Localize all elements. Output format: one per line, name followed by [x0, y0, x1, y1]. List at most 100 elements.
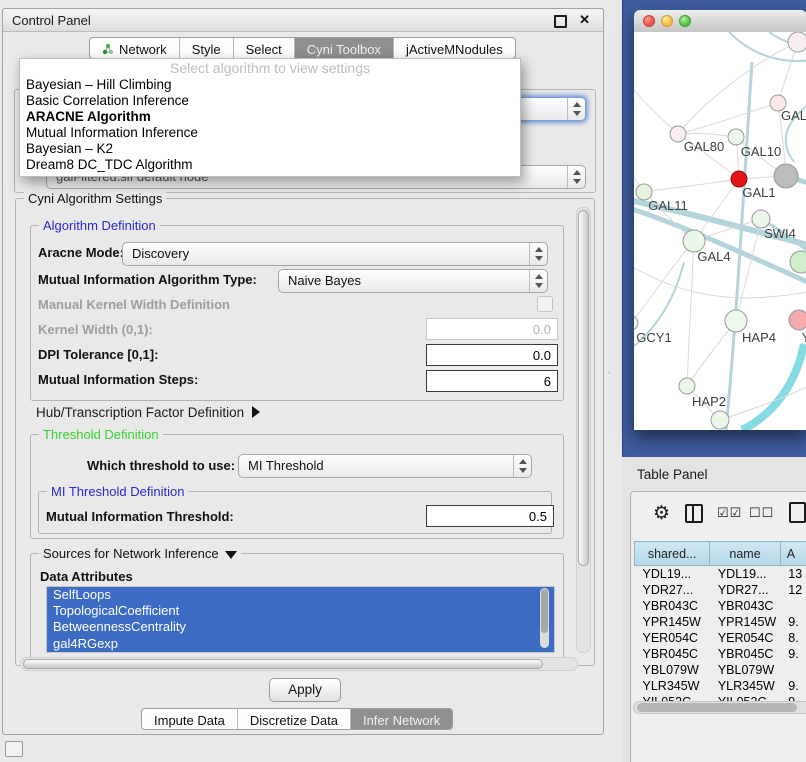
table-cell: YLR345W — [635, 678, 710, 694]
network-nodes: GALGAL80GAL10GAL1GAL11SWI4GAL4GCY1HAP4YH… — [634, 32, 806, 429]
close-traffic-light-icon[interactable] — [643, 15, 655, 27]
network-node-label: GAL — [781, 108, 806, 123]
table-panel: Table Panel ⚙ ☑☑ ☐☐ shared...nameA YDL19… — [622, 457, 806, 762]
document-icon[interactable] — [789, 502, 806, 523]
mi-steps-input[interactable] — [426, 370, 558, 392]
network-node-label: SWI4 — [764, 226, 796, 241]
tab-jactivemnodules[interactable]: jActiveMNodules — [394, 38, 515, 58]
network-node-hap4[interactable] — [725, 310, 747, 332]
mi-threshold-input[interactable] — [426, 505, 554, 527]
bottom-tab-discretize-data[interactable]: Discretize Data — [238, 709, 351, 729]
tab-cyni-toolbox[interactable]: Cyni Toolbox — [295, 38, 394, 58]
table-cell: YBR045C — [710, 646, 780, 662]
table-row[interactable]: YBR045CYBR045C9. — [635, 646, 806, 662]
table-horizontal-scrollbar[interactable] — [633, 701, 806, 714]
network-node-label: GAL11 — [648, 198, 688, 213]
network-node[interactable] — [711, 411, 729, 429]
tab-network-label: Network — [119, 42, 167, 57]
sources-title: Sources for Network Inference — [39, 546, 241, 561]
threshold-definition-title: Threshold Definition — [39, 427, 163, 442]
network-node[interactable] — [788, 32, 806, 52]
attribute-item-gal4rgexp[interactable]: gal4RGexp — [47, 636, 554, 652]
tab-select[interactable]: Select — [234, 38, 295, 58]
column-header-name[interactable]: name — [710, 542, 780, 566]
column-header-a[interactable]: A — [780, 542, 806, 566]
kernel-width-label: Kernel Width (0,1): — [38, 322, 153, 337]
aracne-mode-combo[interactable]: Discovery — [122, 242, 548, 266]
network-view[interactable]: GALGAL80GAL10GAL1GAL11SWI4GAL4GCY1HAP4YH… — [634, 32, 806, 430]
table-cell: YBR043C — [635, 598, 710, 614]
close-window-icon[interactable]: ✕ — [579, 12, 590, 28]
algorithm-option-bayesian-hill-climbing[interactable]: Bayesian – Hill Climbing — [20, 77, 520, 93]
attribute-item-selfloops[interactable]: SelfLoops — [47, 587, 554, 603]
dpi-tolerance-label: DPI Tolerance [0,1]: — [38, 347, 158, 362]
table-cell: 9. — [780, 646, 806, 662]
table-cell: YPR145W — [635, 614, 710, 630]
node-table: shared...nameA YDL19...YDL19...13YDR27..… — [634, 541, 806, 710]
apply-button[interactable]: Apply — [269, 678, 341, 702]
mi-type-combo[interactable]: Naive Bayes — [278, 269, 548, 293]
bottom-tab-impute-data[interactable]: Impute Data — [142, 709, 238, 729]
network-node-label: HAP2 — [692, 394, 726, 409]
which-threshold-combo[interactable]: MI Threshold — [238, 454, 532, 478]
algorithm-option-basic-correlation-inference[interactable]: Basic Correlation Inference — [20, 93, 520, 109]
table-row[interactable]: YBR043CYBR043C — [635, 598, 806, 614]
settings-horizontal-scrollbar[interactable] — [20, 657, 578, 671]
network-node-gcy1[interactable] — [634, 316, 638, 330]
minimized-panel-icon[interactable] — [5, 741, 23, 757]
table-cell: 8. — [780, 630, 806, 646]
dpi-tolerance-input[interactable] — [426, 344, 558, 366]
network-canvas-background: GALGAL80GAL10GAL1GAL11SWI4GAL4GCY1HAP4YH… — [622, 0, 806, 457]
settings-vertical-scrollbar[interactable] — [576, 207, 591, 653]
splitter-handle[interactable]: ◦ — [608, 369, 613, 376]
table-cell: YPR145W — [710, 614, 780, 630]
bottom-tab-infer-network[interactable]: Infer Network — [351, 709, 452, 729]
network-node-y[interactable] — [789, 310, 806, 330]
table-row[interactable]: YER054CYER054C8. — [635, 630, 806, 646]
table-cell: 9. — [780, 678, 806, 694]
table-row[interactable]: YBL079WYBL079W — [635, 662, 806, 678]
data-attributes-list[interactable]: SelfLoopsTopologicalCoefficientBetweenne… — [46, 586, 555, 653]
network-node[interactable] — [774, 164, 798, 188]
minimize-traffic-light-icon[interactable] — [661, 15, 673, 27]
tab-network[interactable]: Network — [90, 38, 180, 58]
table-row[interactable]: YLR345WYLR345W9. — [635, 678, 806, 694]
table-row[interactable]: YDL19...YDL19...13 — [635, 566, 806, 583]
tab-cyni-toolbox-label: Cyni Toolbox — [307, 42, 381, 57]
algorithm-placeholder: Select algorithm to view settings — [20, 59, 520, 77]
deselect-all-icon[interactable]: ☐☐ — [749, 505, 774, 521]
float-window-icon[interactable] — [554, 15, 567, 28]
attributes-list-scrollbar[interactable] — [540, 588, 549, 648]
algorithm-option-bayesian-k2[interactable]: Bayesian – K2 — [20, 141, 520, 157]
attribute-item-topologicalcoefficient[interactable]: TopologicalCoefficient — [47, 603, 554, 619]
stepper-icon — [567, 98, 585, 120]
column-header-shared[interactable]: shared... — [635, 542, 710, 566]
settings-groupbox: Cyni Algorithm Settings Algorithm Defini… — [15, 198, 595, 666]
zoom-traffic-light-icon[interactable] — [679, 15, 691, 27]
network-node-label: GAL4 — [697, 249, 730, 264]
network-node-label: HAP4 — [742, 330, 776, 345]
table-cell: YBR043C — [710, 598, 780, 614]
manual-kernel-checkbox[interactable] — [537, 296, 553, 312]
mi-type-label: Mutual Information Algorithm Type: — [38, 272, 257, 287]
table-row[interactable]: YDR27...YDR27...12 — [635, 582, 806, 598]
bottom-tab-infer-network-label: Infer Network — [363, 713, 440, 728]
attribute-item-betweennesscentrality[interactable]: BetweennessCentrality — [47, 619, 554, 635]
network-window[interactable]: GALGAL80GAL10GAL1GAL11SWI4GAL4GCY1HAP4YH… — [634, 10, 806, 430]
network-node-gal10[interactable] — [728, 129, 744, 145]
network-node[interactable] — [790, 251, 806, 273]
columns-icon[interactable] — [685, 504, 703, 523]
table-row[interactable]: YPR145WYPR145W9. — [635, 614, 806, 630]
algorithm-option-dream8-dc-tdc-algorithm[interactable]: Dream8 DC_TDC Algorithm — [20, 157, 520, 173]
gear-icon[interactable]: ⚙ — [653, 502, 670, 525]
algorithm-option-aracne-algorithm[interactable]: ARACNE Algorithm — [20, 109, 520, 125]
tab-jactivemnodules-label: jActiveMNodules — [406, 42, 503, 57]
table-cell: YER054C — [710, 630, 780, 646]
table-cell: YDR27... — [635, 582, 710, 598]
select-all-icon[interactable]: ☑☑ — [717, 505, 742, 521]
tab-style[interactable]: Style — [180, 38, 234, 58]
algorithm-option-mutual-information-inference[interactable]: Mutual Information Inference — [20, 125, 520, 141]
hub-expander[interactable]: Hub/Transcription Factor Definition — [36, 405, 260, 420]
network-node-hap2[interactable] — [679, 378, 695, 394]
kernel-width-input[interactable] — [426, 318, 558, 340]
